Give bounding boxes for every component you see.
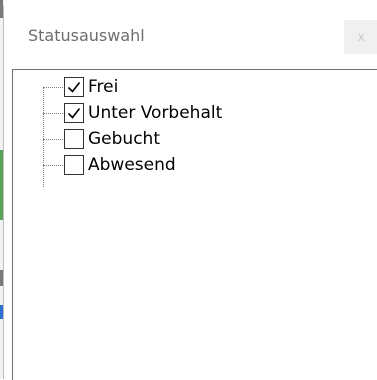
status-tree: Frei Unter Vorbehalt Gebucht Abwesend — [13, 70, 377, 380]
tree-item-label: Abwesend — [88, 155, 176, 175]
dialog-title: Statusauswahl — [28, 26, 145, 45]
tree-item-label: Unter Vorbehalt — [88, 103, 223, 123]
tree-branch-line — [43, 87, 63, 88]
tree-branch-line — [43, 165, 63, 166]
tree-item-label: Frei — [88, 77, 119, 97]
dialog-titlebar: Statusauswahl x — [4, 6, 377, 60]
close-icon: x — [357, 30, 365, 44]
checkmark-icon — [67, 82, 81, 93]
frei-checkbox[interactable] — [64, 77, 84, 97]
tree-item-gebucht[interactable]: Gebucht — [43, 128, 343, 152]
abwesend-checkbox[interactable] — [64, 155, 84, 175]
unter-vorbehalt-checkbox[interactable] — [64, 103, 84, 123]
tree-item-label: Gebucht — [88, 129, 160, 149]
status-tree-panel: Frei Unter Vorbehalt Gebucht Abwesend — [12, 69, 377, 380]
checkmark-icon — [67, 108, 81, 119]
tree-item-frei[interactable]: Frei — [43, 76, 343, 100]
status-dialog: Statusauswahl x Frei Unter Vorbehalt Geb… — [3, 6, 377, 380]
tree-branch-line — [43, 139, 63, 140]
tree-item-unter-vorbehalt[interactable]: Unter Vorbehalt — [43, 102, 343, 126]
gebucht-checkbox[interactable] — [64, 129, 84, 149]
close-button[interactable]: x — [344, 20, 377, 54]
tree-item-abwesend[interactable]: Abwesend — [43, 154, 343, 178]
tree-branch-line — [43, 113, 63, 114]
